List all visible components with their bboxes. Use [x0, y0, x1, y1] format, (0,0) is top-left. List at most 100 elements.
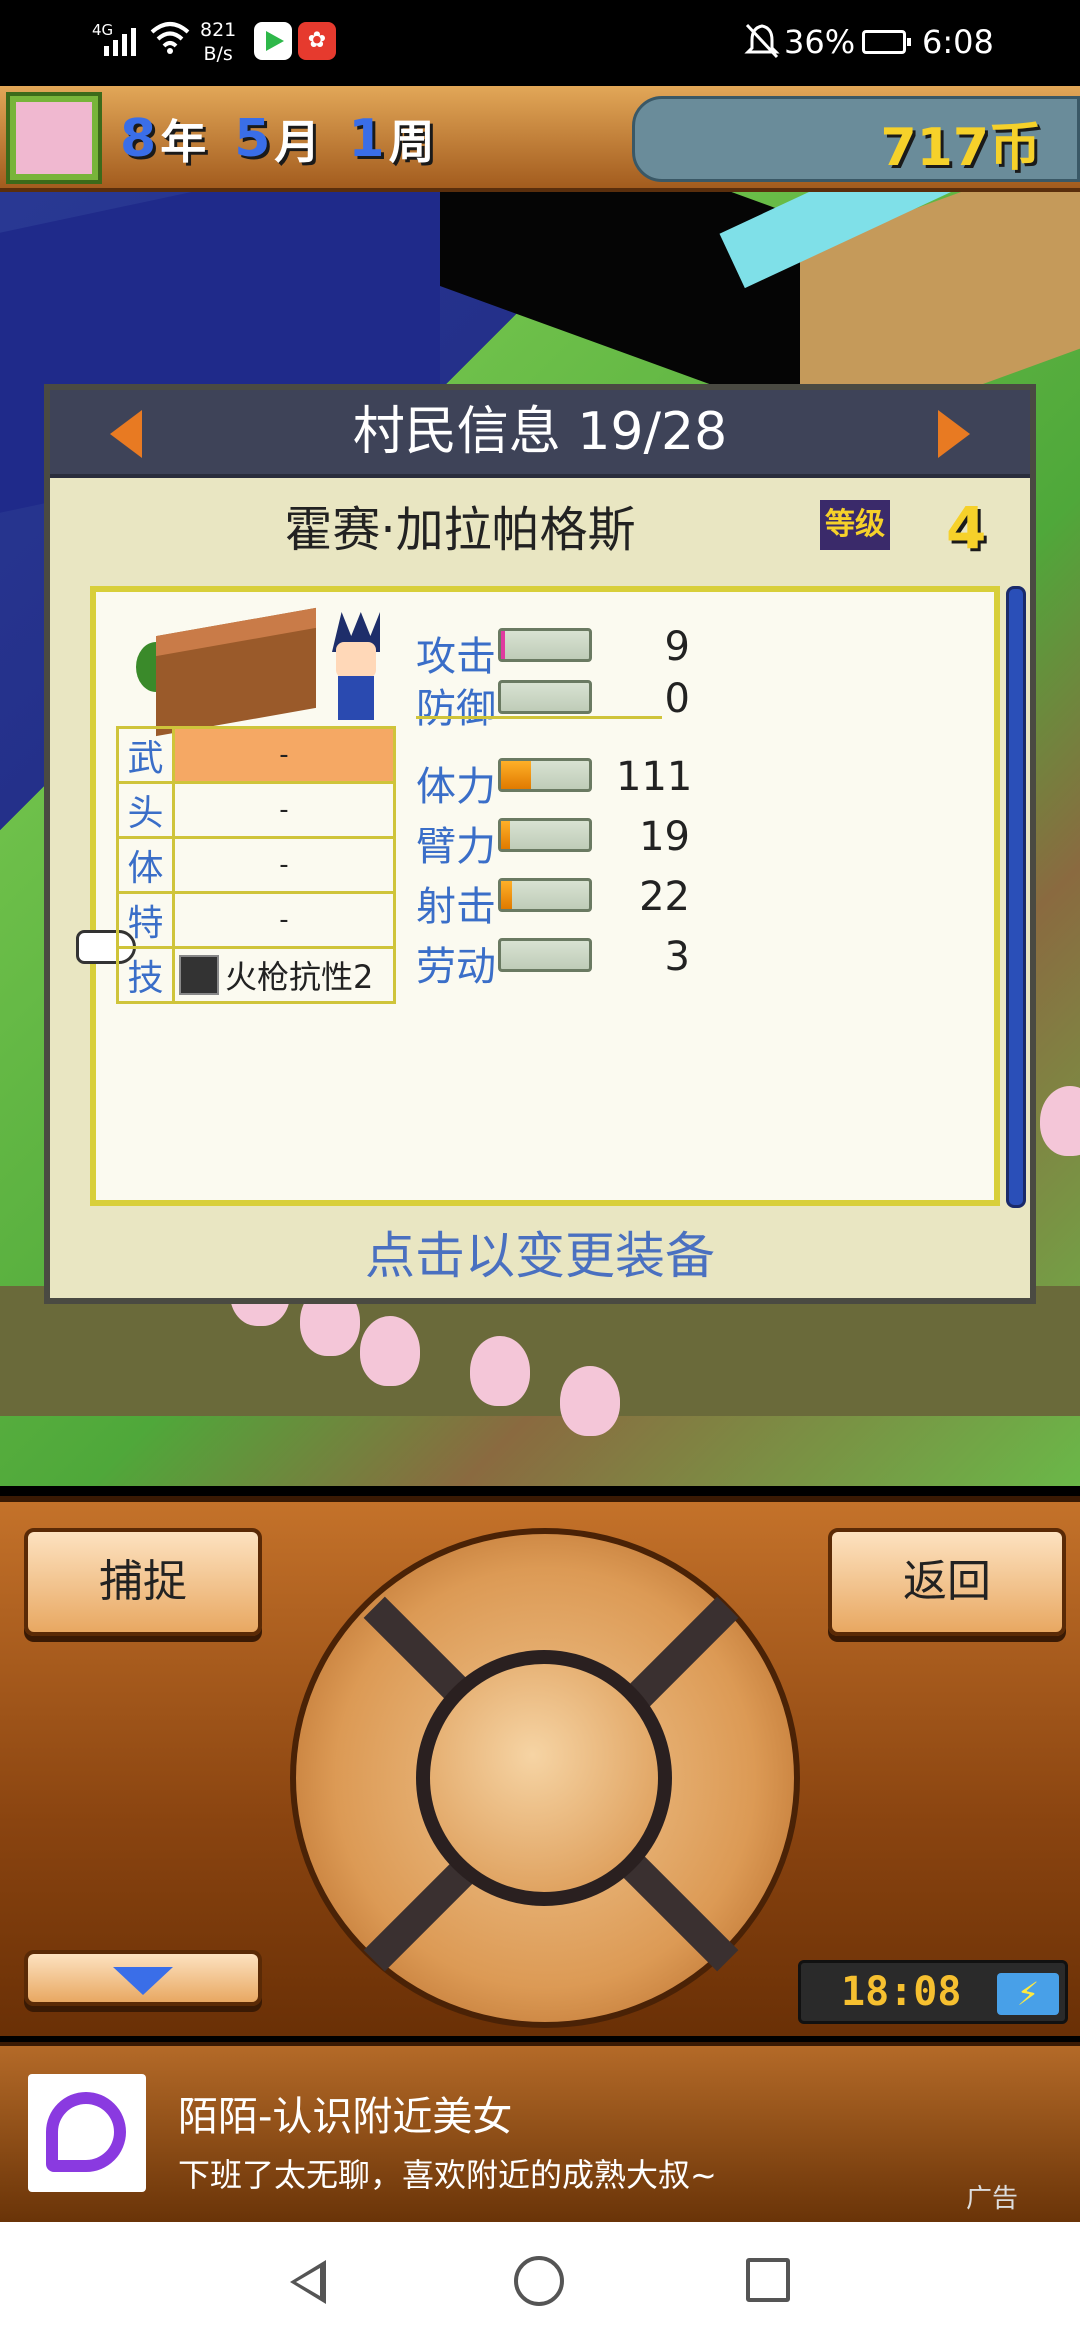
clock-time: 18:08: [841, 1969, 962, 2015]
ad-description[interactable]: 下班了太无聊，喜欢附近的成熟大叔~: [178, 2150, 717, 2196]
net-speed: 821 B/s: [200, 19, 237, 65]
map-town: [0, 1286, 1080, 1416]
rank-value: 4: [946, 494, 987, 562]
equip-row-body[interactable]: 体 -: [116, 836, 396, 894]
stat-bar: [498, 938, 592, 972]
equipment-table: 武 - 头 - 体 - 特 - 技 火枪抗性2: [116, 726, 396, 1004]
equip-slot-label: 武: [116, 726, 175, 784]
villager-portrait: [136, 602, 396, 737]
cherry-tree: [360, 1316, 420, 1386]
stat-label: 射击: [416, 884, 496, 930]
ad-banner[interactable]: 陌陌-认识附近美女 下班了太无聊，喜欢附近的成熟大叔~ 广告: [0, 2042, 1080, 2222]
dpad[interactable]: [290, 1528, 800, 2028]
equip-row-skill[interactable]: 技 火枪抗性2: [116, 946, 396, 1004]
skill-name: 火枪抗性2: [225, 958, 374, 996]
battery-icon: [862, 30, 911, 54]
stat-label: 臂力: [416, 824, 496, 870]
down-arrow-icon: [113, 1967, 173, 1995]
stat-divider: [416, 716, 662, 719]
panel-title: 村民信息 19/28: [352, 402, 728, 462]
status-time: 6:08: [922, 23, 994, 61]
stat-stamina: 体力 111: [416, 750, 976, 810]
villager-name: 霍赛·加拉帕格斯: [284, 502, 636, 558]
year-unit: 年: [160, 115, 207, 169]
nav-recent-apps-icon[interactable]: [746, 2258, 790, 2302]
stat-value: 111: [616, 754, 693, 800]
wifi-icon: [150, 22, 190, 54]
nav-home-icon[interactable]: [514, 2256, 564, 2306]
stat-value: 9: [664, 624, 690, 670]
stat-value: 19: [639, 814, 690, 860]
equip-slot-value[interactable]: -: [172, 781, 396, 839]
stat-bar: [498, 628, 592, 662]
equip-slot-label: 技: [116, 946, 175, 1004]
month-number: 5: [234, 109, 271, 169]
battery-percent: 36%: [784, 23, 856, 61]
equip-slot-value[interactable]: -: [172, 891, 396, 949]
equip-slot-value[interactable]: -: [172, 836, 396, 894]
villager-sprite: [326, 612, 386, 722]
app-icon: [254, 22, 292, 60]
panel-header: 村民信息 19/28: [50, 390, 1030, 478]
stat-defense: 防御 0: [416, 672, 976, 732]
villager-details: 武 - 头 - 体 - 特 - 技 火枪抗性2 攻击 9 防御 0 体力 111…: [76, 586, 1000, 1206]
stat-label: 体力: [416, 764, 496, 810]
prev-villager-arrow-icon[interactable]: [110, 410, 142, 458]
stat-label: 防御: [416, 686, 496, 732]
stat-bar: [498, 680, 592, 714]
cherry-tree: [560, 1366, 620, 1436]
status-bar: 4G 821 B/s ✿ 36% 6:08: [0, 0, 1080, 86]
rank-label: 等级: [820, 500, 890, 550]
ad-title[interactable]: 陌陌-认识附近美女: [178, 2084, 512, 2142]
house-sprite: [156, 607, 316, 737]
back-button[interactable]: 返回: [828, 1528, 1066, 1636]
app-icon: ✿: [298, 22, 336, 60]
stat-value: 3: [664, 934, 690, 980]
month-unit: 月: [274, 115, 321, 169]
ad-label: 广告: [966, 2184, 1019, 2214]
scroll-down-button[interactable]: [24, 1950, 262, 2006]
cherry-tree: [470, 1336, 530, 1406]
dpad-center-button[interactable]: [416, 1650, 672, 1906]
stat-attack: 攻击 9: [416, 620, 976, 680]
stat-bar: [498, 878, 592, 912]
equip-row-special[interactable]: 特 -: [116, 891, 396, 949]
next-villager-arrow-icon[interactable]: [938, 410, 970, 458]
equip-row-weapon[interactable]: 武 -: [116, 726, 396, 784]
game-controller: 捕捉 返回 18:08 ⚡: [0, 1496, 1080, 2036]
ad-app-icon[interactable]: [28, 2074, 146, 2192]
coins-display: 717币: [632, 96, 1080, 182]
skill-icon: [179, 955, 219, 995]
stat-bar: [498, 818, 592, 852]
equip-slot-value[interactable]: -: [172, 726, 396, 784]
stat-labor: 劳动 3: [416, 930, 976, 990]
capture-button[interactable]: 捕捉: [24, 1528, 262, 1636]
cherry-tree: [1040, 1086, 1080, 1156]
top-bar: 8 年 5 月 1 周 717币: [0, 86, 1080, 192]
avatar[interactable]: [6, 92, 102, 184]
villager-info-panel: 村民信息 19/28 霍赛·加拉帕格斯 等级 4 武 - 头 - 体 - 特 -…: [44, 384, 1036, 1304]
equip-slot-label: 体: [116, 836, 175, 894]
mute-icon: [744, 23, 780, 59]
panel-scrollbar[interactable]: [1006, 586, 1026, 1208]
stat-strength: 臂力 19: [416, 810, 976, 870]
week-number: 1: [348, 109, 385, 169]
equip-slot-value[interactable]: 火枪抗性2: [172, 946, 396, 1004]
navigation-bar: [0, 2222, 1080, 2340]
signal-icon: [104, 26, 136, 56]
nav-back-icon[interactable]: [290, 2260, 326, 2304]
game-date: 8 年 5 月 1 周: [120, 106, 459, 172]
stat-label: 劳动: [416, 944, 496, 990]
stat-bar: [498, 758, 592, 792]
game-clock: 18:08 ⚡: [798, 1960, 1068, 2024]
stat-shooting: 射击 22: [416, 870, 976, 930]
stat-value: 22: [639, 874, 690, 920]
year-number: 8: [120, 109, 157, 169]
coin-count: 717币: [880, 118, 1041, 178]
battery-charging-icon: ⚡: [997, 1973, 1059, 2015]
change-equipment-button[interactable]: 点击以变更装备: [50, 1216, 1030, 1288]
equip-row-head[interactable]: 头 -: [116, 781, 396, 839]
equip-slot-label: 特: [116, 891, 175, 949]
week-unit: 周: [388, 115, 435, 169]
equip-slot-label: 头: [116, 781, 175, 839]
